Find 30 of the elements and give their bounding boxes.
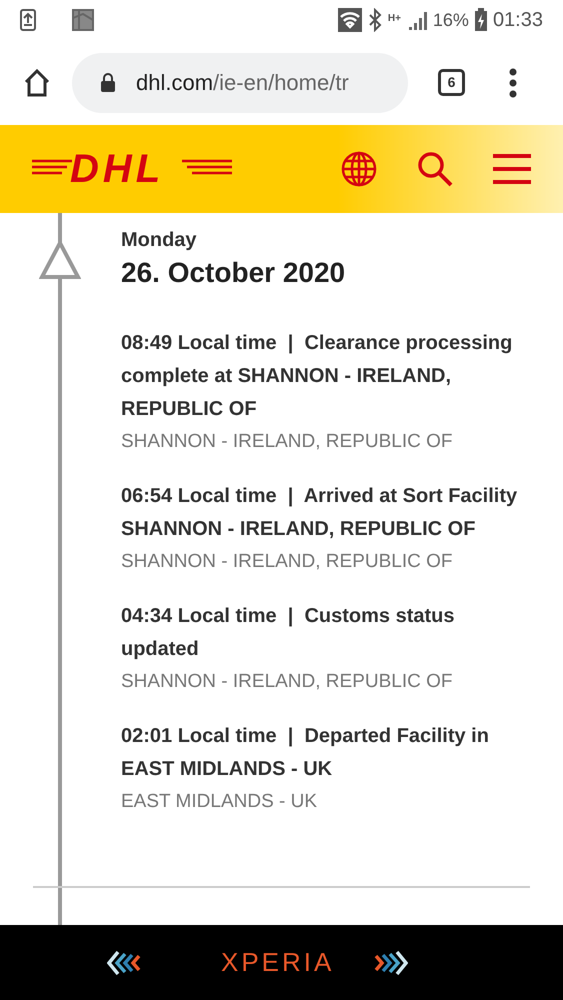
- date-heading: 26. October 2020: [121, 256, 346, 290]
- search-icon[interactable]: [417, 151, 453, 187]
- event-location: SHANNON - IRELAND, REPUBLIC OF: [121, 430, 454, 454]
- image-icon: [71, 8, 95, 32]
- xperia-brand: XPERIA: [221, 946, 334, 979]
- bluetooth-icon: [368, 8, 382, 32]
- event-location: SHANNON - IRELAND, REPUBLIC OF: [121, 670, 454, 694]
- upload-icon: [20, 9, 36, 31]
- event-description: 06:54 Local time | Arrived at Sort Facility SHANNON - IRELAND, REPUBLIC OF: [121, 484, 518, 542]
- tab-count[interactable]: 6: [438, 69, 465, 96]
- globe-icon[interactable]: [341, 151, 377, 187]
- weekday: Monday: [121, 228, 198, 253]
- battery-percent: 16%: [432, 8, 469, 32]
- event-description: 04:34 Local time | Customs status updated: [121, 604, 456, 662]
- event-location: SHANNON - IRELAND, REPUBLIC OF: [121, 550, 454, 574]
- back-chevrons-icon[interactable]: [107, 950, 141, 976]
- event-location: EAST MIDLANDS - UK: [121, 790, 318, 814]
- dhl-logo[interactable]: DHL: [70, 149, 164, 189]
- menu-icon[interactable]: [509, 68, 517, 98]
- event-description: 02:01 Local time | Departed Facility in EAST MIDLANDS - UK: [121, 724, 490, 782]
- lock-icon: [100, 72, 116, 92]
- battery-charging-icon: [474, 8, 487, 32]
- home-icon[interactable]: [22, 68, 52, 98]
- wifi-icon: [338, 8, 362, 32]
- address-bar[interactable]: dhl.com/ie-en/home/tr: [72, 52, 408, 112]
- url-text: dhl.com/ie-en/home/tr: [136, 69, 349, 97]
- event-description: 08:49 Local time | Clearance processing complete at SHANNON - IRELAND, REPUBLIC OF: [121, 331, 514, 422]
- clock: 01:33: [492, 8, 543, 33]
- forward-chevrons-icon[interactable]: [374, 950, 408, 976]
- network-type: H+: [388, 12, 401, 26]
